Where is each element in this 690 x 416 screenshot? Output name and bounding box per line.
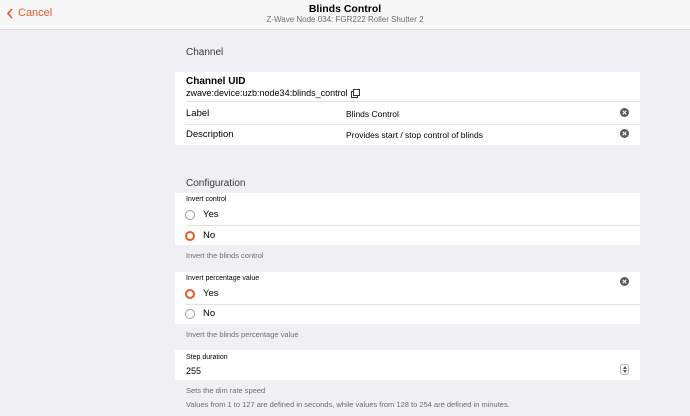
option-label: No: [203, 308, 216, 319]
invert-control-hint: Invert the blinds control: [186, 251, 264, 260]
radio-checked-icon[interactable]: [185, 231, 195, 241]
invert-percentage-card: Invert percentage value Yes No: [175, 272, 640, 324]
radio-unchecked-icon[interactable]: [185, 210, 195, 220]
channel-uid-value-wrap: zwave:device:uzb:node34:blinds_control: [186, 88, 360, 98]
step-duration-hint: Sets the dim rate speed: [186, 386, 266, 395]
invert-percentage-option-yes[interactable]: Yes: [175, 284, 640, 304]
stepper-icon[interactable]: [620, 364, 629, 375]
channel-uid-label: Channel UID: [186, 76, 246, 87]
channel-section-title: Channel: [186, 47, 224, 58]
configuration-section-title: Configuration: [186, 178, 246, 189]
description-input[interactable]: Provides start / stop control of blinds: [346, 130, 483, 140]
invert-percentage-label: Invert percentage value: [186, 275, 260, 282]
clear-description-icon[interactable]: [620, 129, 629, 138]
option-label: Yes: [203, 288, 219, 299]
invert-control-label: Invert control: [186, 196, 227, 203]
invert-percentage-option-no[interactable]: No: [175, 304, 640, 324]
page-title: Blinds Control: [308, 3, 382, 15]
channel-uid-value: zwave:device:uzb:node34:blinds_control: [186, 88, 348, 98]
clear-label-icon[interactable]: [620, 108, 629, 117]
invert-control-card: Invert control Yes No: [175, 193, 640, 245]
label-row[interactable]: Label Blinds Control: [175, 102, 640, 124]
label-field-name: Label: [186, 108, 210, 119]
page-subtitle: Z-Wave Node 034: FGR222 Roller Shutter 2: [266, 15, 424, 24]
step-duration-label: Step duration: [186, 354, 228, 361]
invert-control-option-yes[interactable]: Yes: [175, 205, 640, 225]
radio-checked-icon[interactable]: [185, 289, 195, 299]
channel-uid-row: Channel UID zwave:device:uzb:node34:blin…: [175, 72, 640, 101]
navbar: Cancel Blinds Control Z-Wave Node 034: F…: [0, 0, 690, 30]
invert-control-option-no[interactable]: No: [175, 226, 640, 246]
option-label: No: [203, 230, 216, 241]
invert-percentage-hint: Invert the blinds percentage value: [186, 330, 299, 339]
copy-icon[interactable]: [350, 89, 360, 98]
label-input[interactable]: Blinds Control: [346, 109, 399, 119]
radio-unchecked-icon[interactable]: [185, 309, 195, 319]
step-duration-card: Step duration 255: [175, 350, 640, 380]
description-field-name: Description: [186, 129, 234, 140]
step-duration-hint-detail: Values from 1 to 127 are defined in seco…: [186, 400, 510, 409]
option-label: Yes: [203, 209, 219, 220]
channel-card: Channel UID zwave:device:uzb:node34:blin…: [175, 72, 640, 145]
description-row[interactable]: Description Provides start / stop contro…: [175, 125, 640, 145]
step-duration-input[interactable]: 255: [186, 366, 201, 376]
